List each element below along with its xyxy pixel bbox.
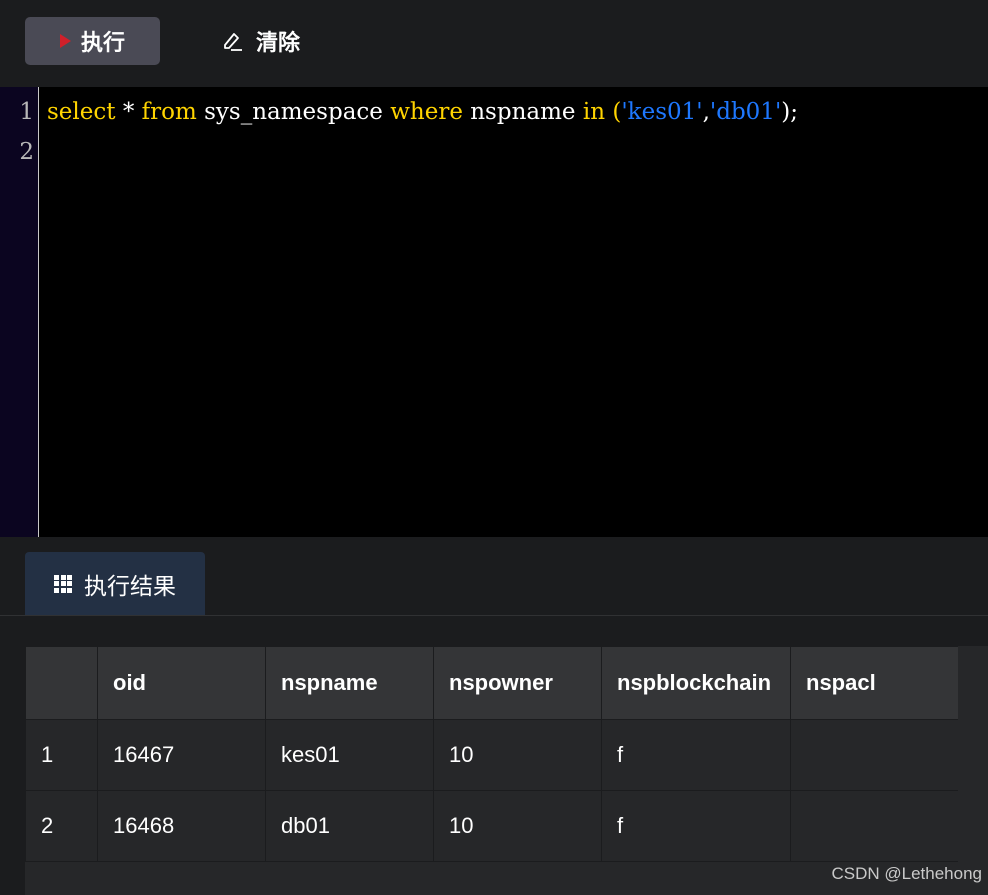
results-tab-bar: 执行结果 <box>0 537 988 616</box>
sql-editor[interactable]: 1 2 select * from sys_namespace where ns… <box>0 87 988 537</box>
clear-button[interactable]: 清除 <box>210 17 320 65</box>
table-cell: f <box>601 790 791 862</box>
line-number: 1 <box>19 99 34 125</box>
clear-button-label: 清除 <box>256 31 301 56</box>
table-cell: 16468 <box>97 790 266 862</box>
code-token: , <box>702 99 710 125</box>
eraser-icon <box>220 29 244 53</box>
run-button[interactable]: 执行 <box>25 17 160 65</box>
code-token: ); <box>781 99 798 125</box>
tab-results[interactable]: 执行结果 <box>25 552 205 615</box>
keyword-in: in <box>582 99 606 125</box>
table-row[interactable]: 1 16467 kes01 10 f <box>25 719 959 791</box>
column-header[interactable]: oid <box>97 646 266 720</box>
table-cell: 10 <box>433 719 602 791</box>
table-row[interactable]: 2 16468 db01 10 f <box>25 790 959 862</box>
table-cell: 10 <box>433 790 602 862</box>
code-line[interactable]: select * from sys_namespace where nspnam… <box>47 99 798 125</box>
table-cell: 16467 <box>97 719 266 791</box>
table-cell <box>790 719 959 791</box>
table-cell: kes01 <box>265 719 434 791</box>
results-table-container: oid nspname nspowner nspblockchain nspac… <box>25 646 988 895</box>
table-scrollbar-track[interactable] <box>958 646 988 895</box>
grid-icon <box>54 574 72 593</box>
string-literal: 'kes01' <box>621 99 703 125</box>
play-icon <box>59 34 71 48</box>
column-header[interactable] <box>25 646 98 720</box>
line-number: 2 <box>19 139 34 165</box>
table-cell: 1 <box>25 719 98 791</box>
column-header[interactable]: nspblockchain <box>601 646 791 720</box>
table-header-row: oid nspname nspowner nspblockchain nspac… <box>25 646 959 720</box>
column-header[interactable]: nspacl <box>790 646 959 720</box>
line-number-gutter: 1 2 <box>0 87 39 537</box>
tab-results-label: 执行结果 <box>84 573 176 600</box>
keyword-where: where <box>390 99 463 125</box>
table-cell <box>790 790 959 862</box>
column-header[interactable]: nspowner <box>433 646 602 720</box>
table-cell: f <box>601 719 791 791</box>
column-header[interactable]: nspname <box>265 646 434 720</box>
toolbar: 执行 清除 <box>0 0 988 87</box>
string-literal: 'db01' <box>709 99 782 125</box>
code-token: sys_namespace <box>196 99 391 125</box>
code-token: * <box>115 99 142 125</box>
keyword-select: select <box>47 99 116 125</box>
table-cell: db01 <box>265 790 434 862</box>
code-token: ( <box>605 99 622 125</box>
code-token: nspname <box>462 99 583 125</box>
results-table: oid nspname nspowner nspblockchain nspac… <box>25 646 959 862</box>
run-button-label: 执行 <box>80 31 125 56</box>
table-cell: 2 <box>25 790 98 862</box>
watermark: CSDN @Lethehong <box>831 864 982 883</box>
keyword-from: from <box>141 99 197 125</box>
